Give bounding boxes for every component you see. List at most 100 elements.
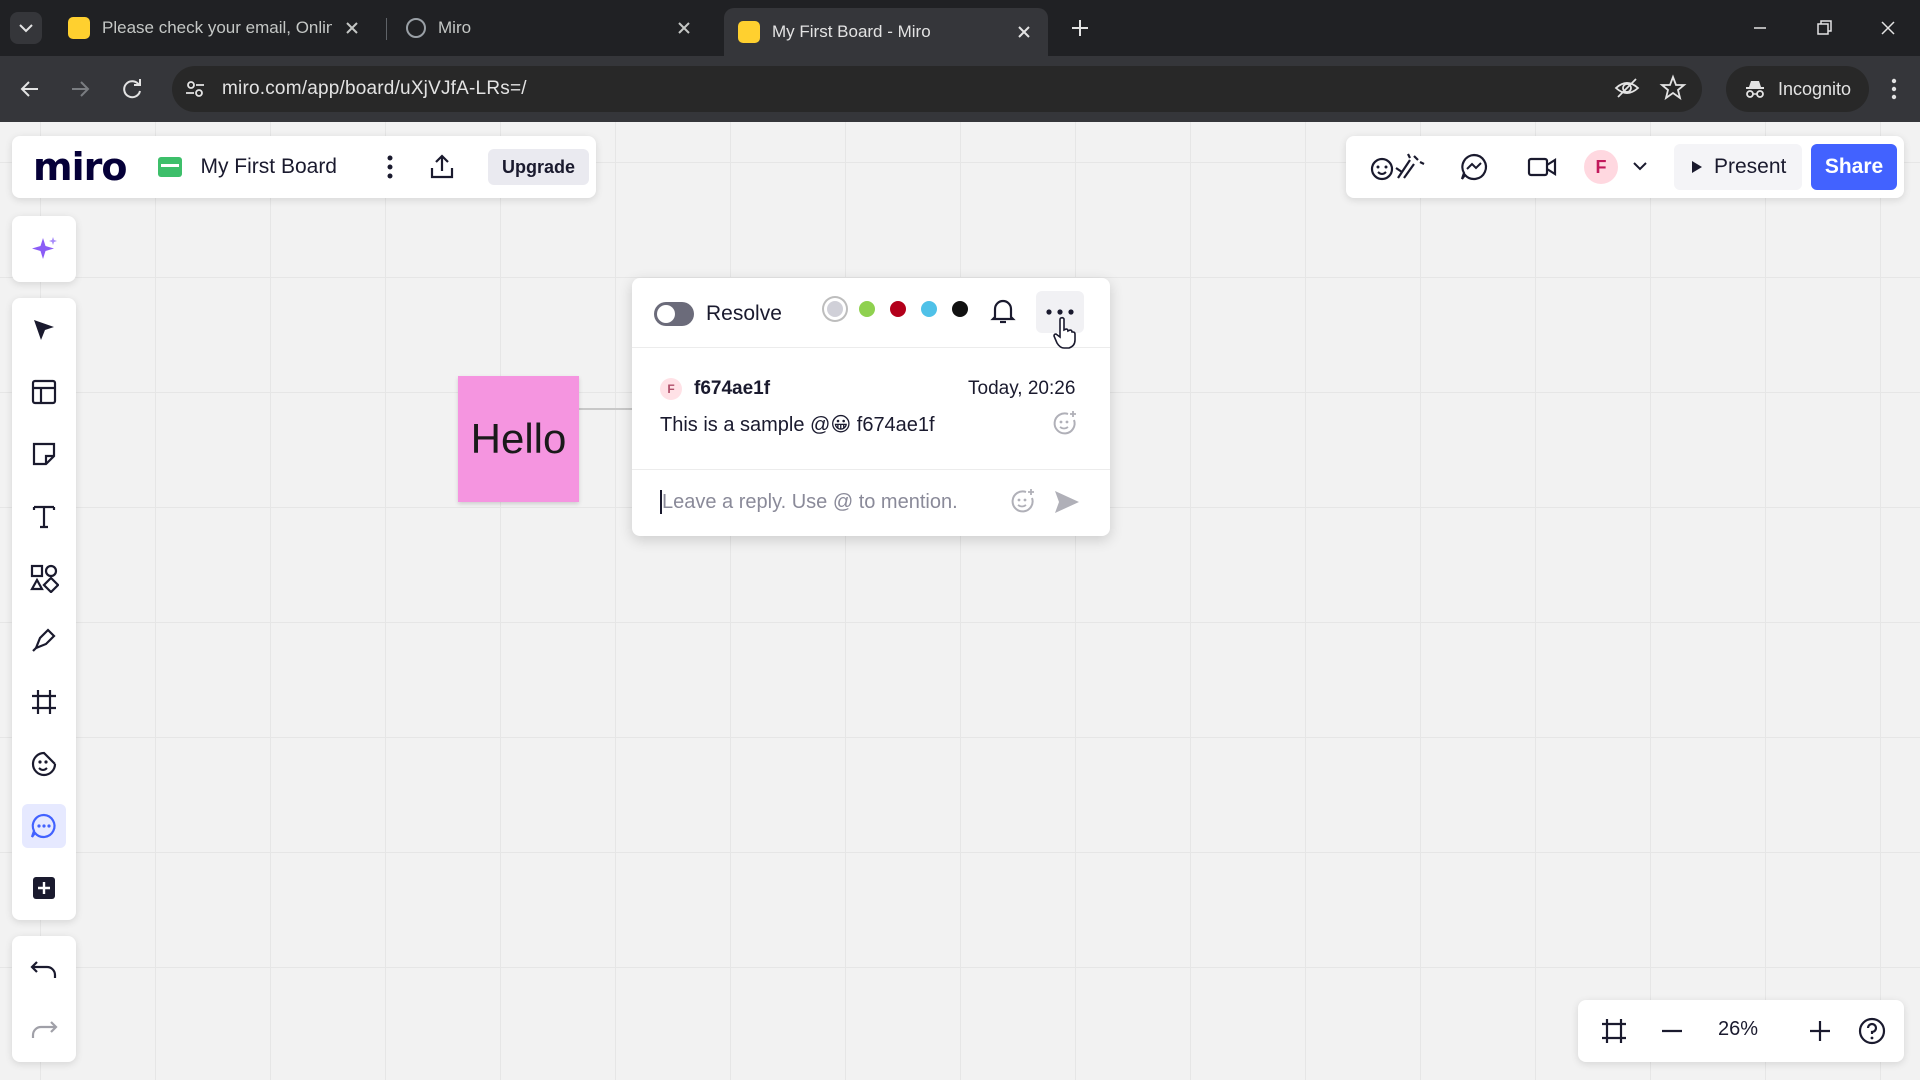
site-settings-icon[interactable] — [184, 78, 206, 100]
comment-timestamp: Today, 20:26 — [968, 378, 1076, 399]
tab-my-first-board[interactable]: My First Board - Miro — [724, 8, 1048, 56]
reload-icon[interactable] — [116, 73, 148, 105]
stickers-tool[interactable] — [22, 742, 66, 786]
video-call-button[interactable] — [1522, 147, 1562, 187]
url-text[interactable]: miro.com/app/board/uXjVJfA-LRs=/ — [222, 78, 527, 100]
more-horizontal-icon — [1046, 309, 1074, 315]
text-icon — [32, 505, 56, 529]
comment-body: This is a sample @😀 f674ae1f — [660, 414, 935, 436]
zoom-out-button[interactable] — [1652, 1011, 1692, 1051]
ai-assist-button[interactable] — [22, 227, 66, 271]
undo-button[interactable] — [22, 948, 66, 992]
address-bar[interactable]: miro.com/app/board/uXjVJfA-LRs=/ — [172, 66, 1702, 112]
templates-tool[interactable] — [22, 370, 66, 414]
text-tool[interactable] — [22, 494, 66, 538]
pen-tool[interactable] — [22, 618, 66, 662]
video-camera-icon — [1527, 157, 1557, 177]
color-swatch-black[interactable] — [952, 301, 968, 317]
comment-tool[interactable] — [22, 804, 66, 848]
send-icon[interactable] — [1052, 488, 1082, 516]
tab-title: Miro — [438, 18, 472, 37]
more-tools-button[interactable] — [22, 866, 66, 910]
upgrade-button[interactable]: Upgrade — [488, 149, 590, 185]
board-menu-button[interactable] — [370, 147, 410, 187]
incognito-badge[interactable]: Incognito — [1726, 66, 1870, 112]
help-button[interactable] — [1852, 1011, 1892, 1051]
miro-logo-icon — [738, 21, 760, 43]
more-vertical-icon — [387, 155, 393, 179]
incognito-label: Incognito — [1778, 78, 1852, 99]
sparkle-icon — [32, 237, 57, 259]
tab-search-button[interactable] — [10, 12, 42, 44]
tab-divider — [386, 18, 387, 40]
board-title[interactable]: My First Board — [200, 155, 337, 179]
sticky-note-icon — [32, 442, 56, 466]
undo-icon — [30, 961, 57, 978]
board-header-panel: miro My First Board Upgrade — [12, 136, 596, 198]
forward-icon[interactable] — [64, 73, 96, 105]
add-reaction-icon[interactable] — [1050, 408, 1080, 438]
fit-to-screen-button[interactable] — [1594, 1011, 1634, 1051]
browser-toolbar: miro.com/app/board/uXjVJfA-LRs=/ Incogni… — [0, 56, 1920, 122]
browser-menu-icon[interactable] — [1880, 74, 1908, 104]
present-label: Present — [1714, 155, 1787, 178]
redo-icon — [31, 1021, 58, 1038]
user-avatar[interactable]: F — [1582, 148, 1620, 186]
tab-title: My First Board - Miro — [772, 22, 931, 41]
chat-button[interactable] — [1454, 147, 1494, 187]
sticky-note[interactable]: Hello — [458, 376, 579, 502]
miro-logo[interactable]: miro — [33, 145, 127, 189]
tab-email[interactable]: Please check your email, Online — [54, 8, 376, 48]
reactions-button[interactable] — [1366, 147, 1430, 187]
restore-icon[interactable] — [1810, 14, 1838, 42]
close-icon[interactable] — [1014, 22, 1034, 42]
emoji-icon[interactable] — [1008, 486, 1038, 516]
color-swatch-blue[interactable] — [921, 301, 937, 317]
select-tool[interactable] — [22, 308, 66, 352]
frame-tool[interactable] — [22, 680, 66, 724]
close-icon[interactable] — [674, 18, 694, 38]
color-swatch-red[interactable] — [890, 301, 906, 317]
tab-title: Please check your email, Online — [102, 18, 332, 37]
tab-miro[interactable]: Miro — [392, 8, 708, 48]
resolve-toggle[interactable] — [654, 302, 694, 326]
reply-input[interactable] — [662, 488, 992, 516]
cursor-arrow-icon — [34, 320, 54, 340]
export-button[interactable] — [422, 147, 462, 187]
comment-icon — [30, 813, 56, 839]
pen-icon — [32, 628, 56, 652]
redo-button[interactable] — [22, 1008, 66, 1052]
eye-off-icon[interactable] — [1612, 73, 1642, 103]
chevron-down-icon[interactable] — [1632, 160, 1648, 172]
board-canvas[interactable] — [0, 122, 1920, 1080]
color-swatch-grey[interactable] — [827, 301, 843, 317]
close-icon[interactable] — [342, 18, 362, 38]
bell-icon[interactable] — [988, 296, 1018, 326]
zoom-level[interactable]: 26% — [1718, 1018, 1758, 1041]
back-icon[interactable] — [14, 73, 46, 105]
help-icon — [1858, 1017, 1886, 1045]
resolve-label: Resolve — [706, 302, 782, 325]
share-button[interactable]: Share — [1811, 144, 1897, 190]
minus-icon — [1662, 1029, 1682, 1033]
comment-divider — [632, 469, 1110, 470]
shapes-tool[interactable] — [22, 556, 66, 600]
frame-fit-icon — [1602, 1019, 1626, 1043]
comment-author-avatar: F — [660, 378, 682, 400]
hand-pointer-icon — [1053, 316, 1076, 349]
present-button[interactable]: Present — [1674, 144, 1803, 190]
globe-icon — [406, 18, 426, 38]
zoom-in-button[interactable] — [1800, 1011, 1840, 1051]
color-swatch-green[interactable] — [859, 301, 875, 317]
sticky-note-tool[interactable] — [22, 432, 66, 476]
plus-icon — [1810, 1021, 1830, 1041]
ai-toolbar — [12, 216, 76, 282]
minimize-icon[interactable] — [1746, 14, 1774, 42]
upload-icon — [430, 154, 454, 179]
bookmark-star-icon[interactable] — [1658, 73, 1688, 103]
new-tab-icon[interactable] — [1066, 14, 1094, 42]
plus-square-icon — [33, 877, 55, 899]
miro-logo-icon — [68, 17, 90, 39]
close-window-icon[interactable] — [1874, 14, 1902, 42]
board-icon — [158, 157, 183, 177]
